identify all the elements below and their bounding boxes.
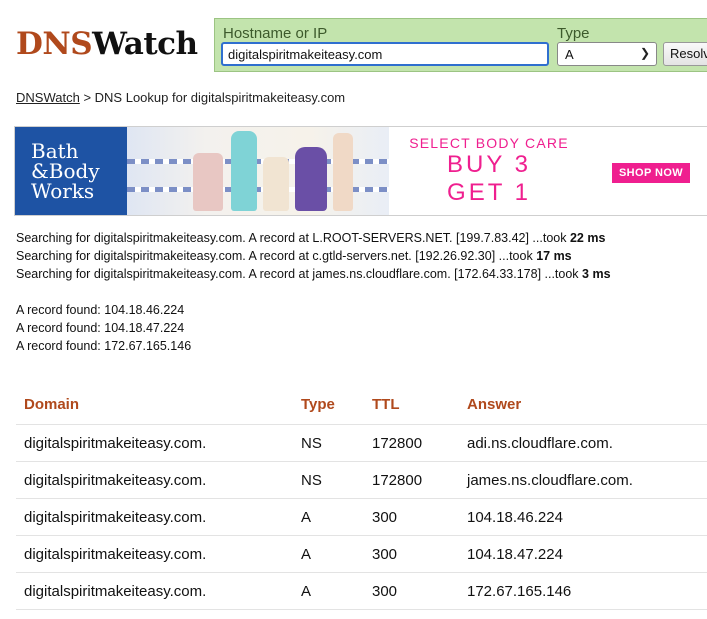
product-bottle [231,131,257,211]
chevron-down-icon: ❯ [639,46,650,60]
search-log-text: Searching for digitalspiritmakeiteasy.co… [16,231,567,245]
logo-part-watch: Watch [92,26,198,62]
table-row: digitalspiritmakeiteasy.com. A 300 104.1… [16,535,707,573]
search-panel: Hostname or IP Type A ❯ Resolve [214,18,707,72]
cell-domain: digitalspiritmakeiteasy.com. [16,461,293,499]
logo-part-dns: DNS [16,26,93,62]
column-header-domain: Domain [24,395,80,413]
type-select-value: A [565,47,574,62]
search-log-line: Searching for digitalspiritmakeiteasy.co… [16,265,611,283]
search-log-time: 17 ms [536,249,572,263]
search-log-line: Searching for digitalspiritmakeiteasy.co… [16,247,572,265]
cell-answer: 104.18.46.224 [459,498,707,536]
hostname-label: Hostname or IP [223,25,328,42]
ad-headline: SELECT BODY CARE BUY 3 GET 1 [389,135,589,207]
table-row: digitalspiritmakeiteasy.com. A 300 172.6… [16,572,707,610]
column-header-type: Type [301,395,335,413]
table-row: digitalspiritmakeiteasy.com. A 300 104.1… [16,498,707,536]
cell-type: A [293,572,364,610]
product-bottle [333,133,353,211]
cell-type: A [293,498,364,536]
hostname-input[interactable] [221,42,549,66]
table-row: digitalspiritmakeiteasy.com. NS 172800 j… [16,461,707,499]
ad-brand-logo: Bath &Body Works [15,127,127,215]
cell-ttl: 300 [364,498,459,536]
ad-banner[interactable]: Bath &Body Works SELECT BODY CARE BUY 3 … [14,126,707,216]
column-header-answer: Answer [467,395,522,413]
search-log-line: Searching for digitalspiritmakeiteasy.co… [16,229,605,247]
breadcrumb-current: DNS Lookup for digitalspiritmakeiteasy.c… [94,90,346,105]
site-logo[interactable]: DNSWatch [16,26,198,62]
record-found-line: A record found: 172.67.165.146 [16,339,192,353]
ad-headline-line: GET 1 [447,179,531,206]
search-log-text: Searching for digitalspiritmakeiteasy.co… [16,249,533,263]
cell-answer: james.ns.cloudflare.com. [459,461,707,499]
ad-brand-line: &Body [31,159,100,183]
product-bottle [263,157,289,211]
search-log-text: Searching for digitalspiritmakeiteasy.co… [16,267,579,281]
cell-domain: digitalspiritmakeiteasy.com. [16,572,293,610]
record-found-line: A record found: 104.18.47.224 [16,321,185,335]
column-header-ttl: TTL [372,395,400,413]
table-header-row: Domain Type TTL Answer [16,384,707,425]
table-row: digitalspiritmakeiteasy.com. NS 172800 a… [16,424,707,462]
ad-headline-line: SELECT BODY CARE [409,135,569,151]
ad-brand-line: Works [31,179,95,203]
cell-answer: adi.ns.cloudflare.com. [459,424,707,462]
cell-type: NS [293,461,364,499]
cell-domain: digitalspiritmakeiteasy.com. [16,498,293,536]
cell-ttl: 300 [364,572,459,610]
cell-domain: digitalspiritmakeiteasy.com. [16,535,293,573]
product-bottle [193,153,223,211]
type-select[interactable]: A ❯ [557,42,657,66]
type-label: Type [557,25,590,42]
cell-answer: 104.18.47.224 [459,535,707,573]
cell-ttl: 172800 [364,424,459,462]
cell-domain: digitalspiritmakeiteasy.com. [16,424,293,462]
ad-shop-now-button[interactable]: SHOP NOW [612,163,690,183]
record-found-line: A record found: 104.18.46.224 [16,303,185,317]
cell-answer: 172.67.165.146 [459,572,707,610]
ad-brand-line: Bath [31,139,79,163]
cell-ttl: 172800 [364,461,459,499]
cell-type: NS [293,424,364,462]
cell-type: A [293,535,364,573]
ad-headline-line: BUY 3 [447,151,531,178]
ad-product-image [127,127,389,215]
search-log-time: 22 ms [569,231,606,245]
breadcrumb-home-link[interactable]: DNSWatch [16,90,80,105]
breadcrumb: DNSWatch > DNS Lookup for digitalspiritm… [16,90,345,105]
breadcrumb-separator: > [83,90,92,105]
product-bottle [295,147,327,211]
cell-ttl: 300 [364,535,459,573]
resolve-button[interactable]: Resolve [663,42,707,66]
dns-results-table: Domain Type TTL Answer digitalspiritmake… [16,384,707,610]
search-log-time: 3 ms [582,267,611,281]
